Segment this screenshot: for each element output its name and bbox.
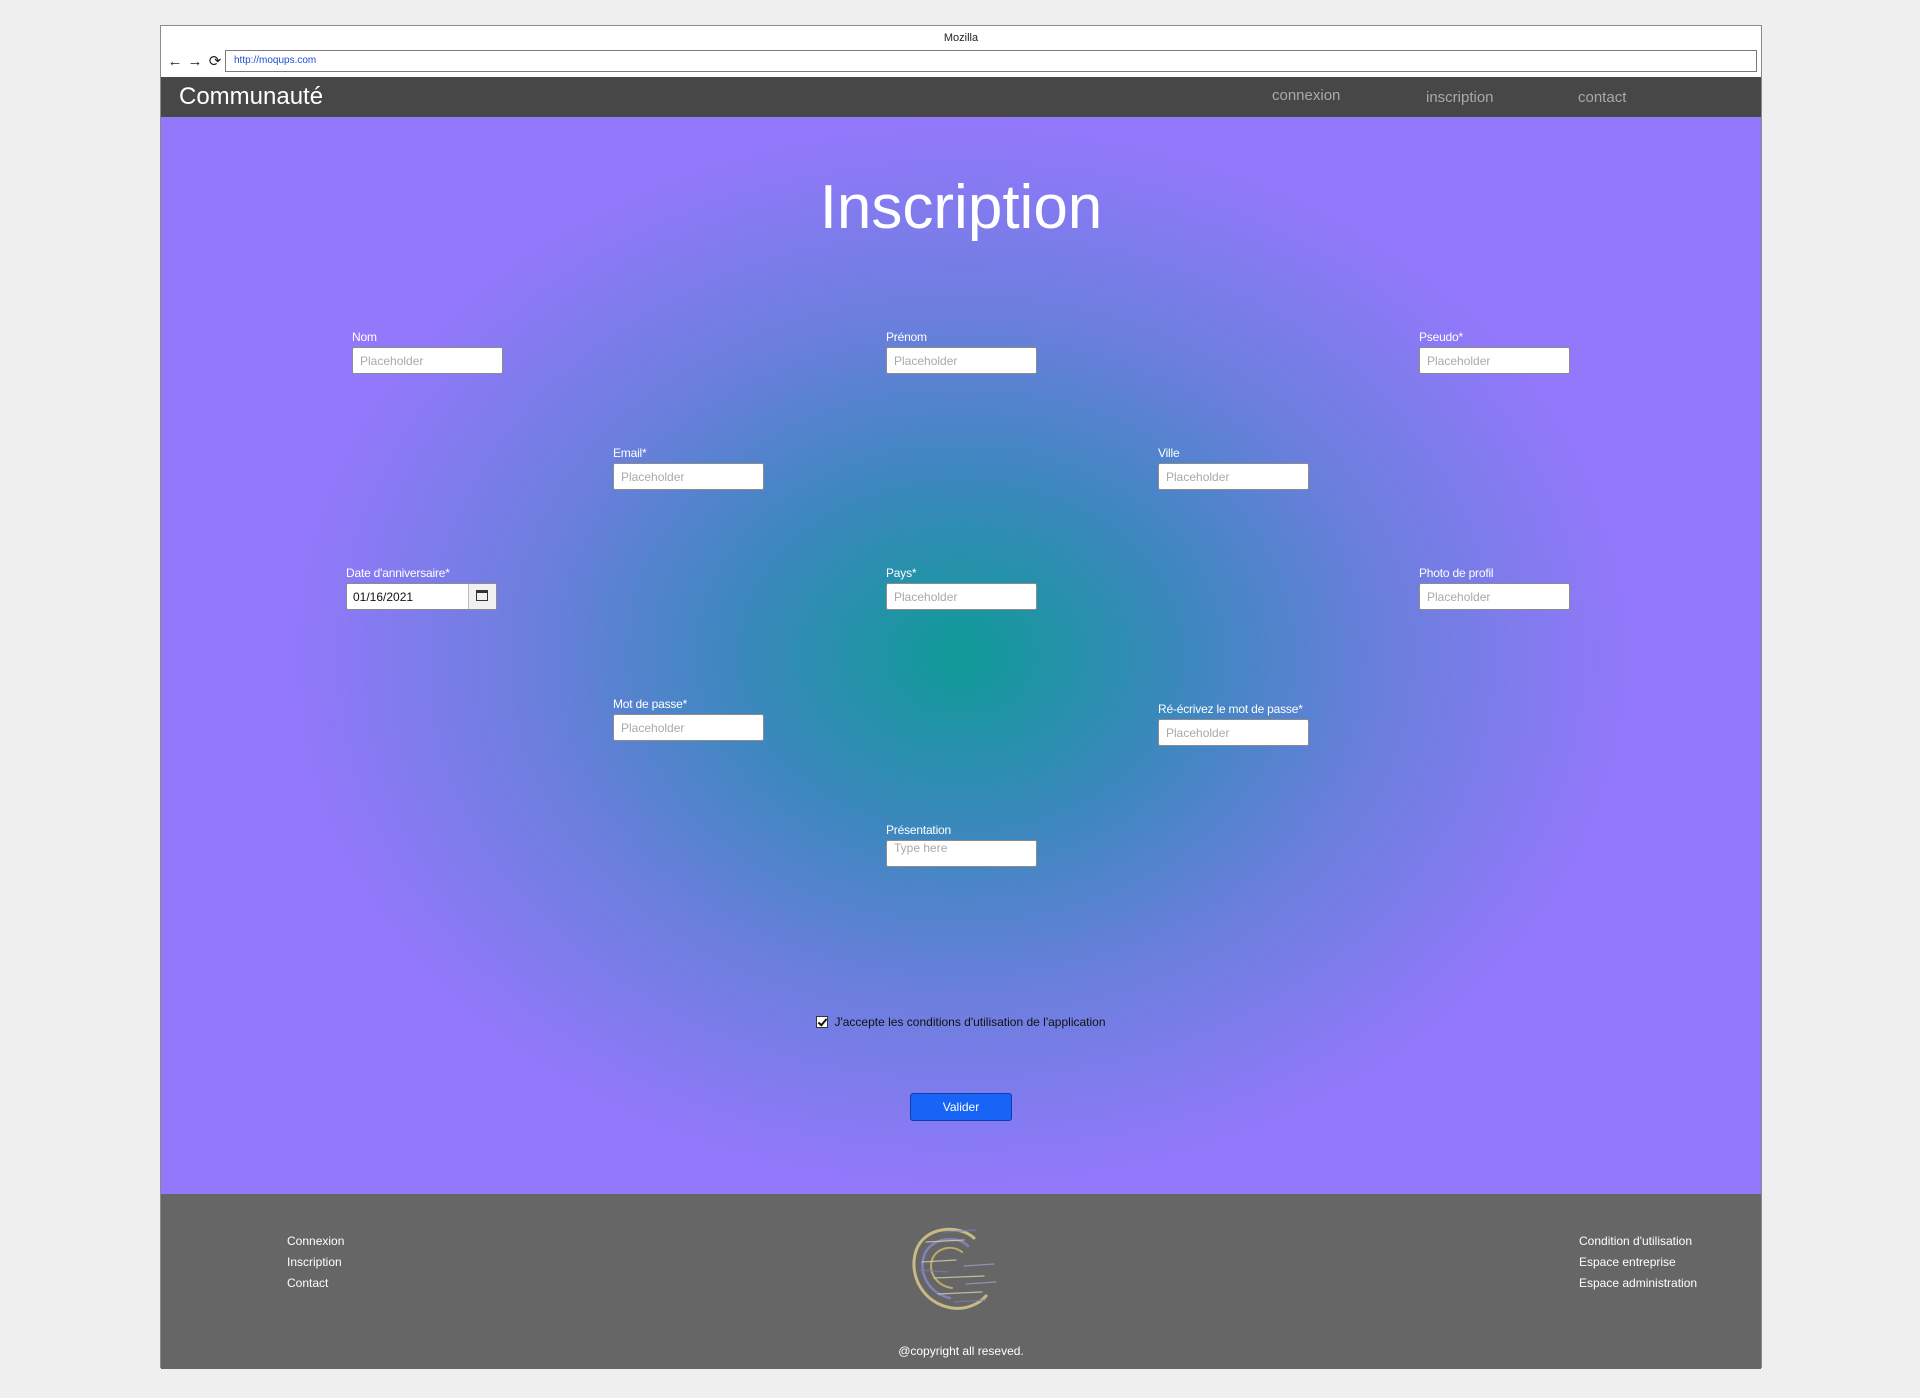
window-title: Mozilla <box>943 32 979 44</box>
address-bar[interactable]: http://moqups.com <box>225 50 1757 72</box>
password-input[interactable] <box>613 714 764 741</box>
terms-row: J'accepte les conditions d'utilisation d… <box>161 1014 1761 1029</box>
nav-link-contact[interactable]: contact <box>1578 89 1626 106</box>
browser-nav-buttons: ← → ⟳ <box>167 50 223 72</box>
site-brand[interactable]: Communauté <box>179 83 323 111</box>
field-nom: Nom <box>352 330 503 374</box>
footer: Connexion Inscription Contact Condition … <box>161 1194 1761 1369</box>
birthday-date-input[interactable]: 01/16/2021 <box>346 583 497 610</box>
reload-icon[interactable]: ⟳ <box>207 52 223 70</box>
email-input[interactable] <box>613 463 764 490</box>
birthday-value: 01/16/2021 <box>353 590 414 604</box>
footer-link-administration[interactable]: Espace administration <box>1579 1276 1697 1290</box>
pseudo-label: Pseudo* <box>1419 330 1463 344</box>
nom-label: Nom <box>352 330 377 344</box>
photo-input[interactable] <box>1419 583 1570 610</box>
presentation-label: Présentation <box>886 823 951 837</box>
page-title: Inscription <box>819 173 1103 242</box>
nav-link-inscription[interactable]: inscription <box>1426 89 1494 106</box>
password-confirm-input[interactable] <box>1158 719 1309 746</box>
nav-link-connexion[interactable]: connexion <box>1272 87 1340 104</box>
email-label: Email* <box>613 446 647 460</box>
forward-arrow-icon[interactable]: → <box>187 53 203 70</box>
pays-label: Pays* <box>886 566 917 580</box>
field-pays: Pays* <box>886 566 1037 610</box>
prenom-label: Prénom <box>886 330 927 344</box>
calendar-icon <box>476 590 488 601</box>
field-pseudo: Pseudo* <box>1419 330 1570 374</box>
password-confirm-label: Ré-écrivez le mot de passe* <box>1158 702 1303 716</box>
registration-section: Inscription Nom Prénom Pseudo* Email* Vi… <box>161 117 1761 1194</box>
field-email: Email* <box>613 446 764 490</box>
field-password-confirm: Ré-écrivez le mot de passe* <box>1158 702 1309 746</box>
footer-link-connexion[interactable]: Connexion <box>287 1234 344 1248</box>
footer-link-contact[interactable]: Contact <box>287 1276 344 1290</box>
password-label: Mot de passe* <box>613 697 688 711</box>
calendar-button[interactable] <box>468 584 496 609</box>
validate-button[interactable]: Valider <box>910 1093 1012 1121</box>
top-navbar: Communauté connexion inscription contact <box>161 77 1761 117</box>
birthday-label: Date d'anniversaire* <box>346 566 450 580</box>
pays-input[interactable] <box>886 583 1037 610</box>
browser-window: Mozilla ← → ⟳ http://moqups.com Communau… <box>160 25 1762 1369</box>
field-password: Mot de passe* <box>613 697 764 741</box>
pseudo-input[interactable] <box>1419 347 1570 374</box>
footer-link-entreprise[interactable]: Espace entreprise <box>1579 1255 1697 1269</box>
field-ville: Ville <box>1158 446 1309 490</box>
photo-label: Photo de profil <box>1419 566 1494 580</box>
presentation-textarea[interactable] <box>886 840 1037 867</box>
terms-checkbox[interactable] <box>816 1015 829 1028</box>
ville-label: Ville <box>1158 446 1180 460</box>
terms-label[interactable]: J'accepte les conditions d'utilisation d… <box>834 1015 1105 1029</box>
field-birthday: Date d'anniversaire* 01/16/2021 <box>346 566 497 610</box>
footer-right-links: Condition d'utilisation Espace entrepris… <box>1579 1234 1697 1297</box>
nom-input[interactable] <box>352 347 503 374</box>
field-presentation: Présentation <box>886 823 1037 872</box>
prenom-input[interactable] <box>886 347 1037 374</box>
footer-left-links: Connexion Inscription Contact <box>287 1234 344 1297</box>
field-photo: Photo de profil <box>1419 566 1570 610</box>
field-prenom: Prénom <box>886 330 1037 374</box>
footer-link-inscription[interactable]: Inscription <box>287 1255 344 1269</box>
word-cloud-logo <box>912 1227 997 1310</box>
footer-link-conditions[interactable]: Condition d'utilisation <box>1579 1234 1697 1248</box>
back-arrow-icon[interactable]: ← <box>167 53 183 70</box>
copyright-text: @copyright all reseved. <box>898 1344 1024 1358</box>
ville-input[interactable] <box>1158 463 1309 490</box>
